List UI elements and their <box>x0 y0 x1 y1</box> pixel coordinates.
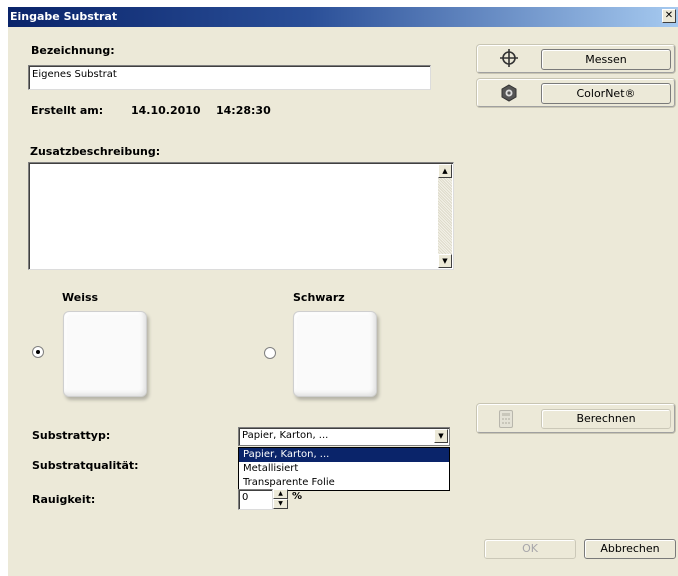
messen-panel: Messen <box>477 45 675 73</box>
erstellt-date: 14.10.2010 <box>131 104 201 117</box>
calculator-icon <box>499 410 513 428</box>
colornet-button[interactable]: ColorNet® <box>541 83 671 104</box>
close-icon[interactable]: ✕ <box>662 9 676 23</box>
dropdown-option[interactable]: Transparente Folie <box>239 476 449 490</box>
title-bar[interactable]: Eingabe Substrat ✕ <box>8 7 678 27</box>
weiss-radio[interactable] <box>32 346 44 358</box>
ok-button[interactable]: OK <box>484 539 576 559</box>
scroll-up-icon[interactable]: ▲ <box>438 164 452 178</box>
bezeichnung-input[interactable]: Eigenes Substrat <box>28 65 431 90</box>
bezeichnung-label: Bezeichnung: <box>31 44 115 57</box>
zusatz-textarea[interactable]: ▲ ▼ <box>28 162 454 270</box>
dropdown-option[interactable]: Papier, Karton, ... <box>239 448 449 462</box>
window-title: Eingabe Substrat <box>10 10 118 23</box>
berechnen-button[interactable]: Berechnen <box>541 409 671 429</box>
zusatz-scrollbar[interactable]: ▲ ▼ <box>438 164 452 268</box>
rauigkeit-unit: % <box>292 491 303 502</box>
erstellt-time: 14:28:30 <box>216 104 271 117</box>
dialog-window: Eingabe Substrat ✕ Bezeichnung: Eigenes … <box>0 0 678 576</box>
messen-button[interactable]: Messen <box>541 49 671 70</box>
dropdown-option[interactable]: Metallisiert <box>239 462 449 476</box>
schwarz-swatch[interactable] <box>293 311 377 397</box>
rauigkeit-value: 0 <box>242 492 249 503</box>
dialog-client: Bezeichnung: Eigenes Substrat Erstellt a… <box>8 27 678 576</box>
cancel-button[interactable]: Abbrechen <box>584 539 676 559</box>
substratqualitaet-label: Substratqualität: <box>32 459 139 472</box>
scroll-down-icon[interactable]: ▼ <box>438 254 452 268</box>
zusatz-label: Zusatzbeschreibung: <box>30 145 161 158</box>
substrattyp-dropdown[interactable]: Papier, Karton, ... Metallisiert Transpa… <box>238 447 450 491</box>
colornet-panel: ColorNet® <box>477 79 675 107</box>
erstellt-label: Erstellt am: <box>31 104 104 117</box>
substrattyp-select[interactable]: Papier, Karton, ... ▼ <box>238 427 450 446</box>
weiss-swatch[interactable] <box>63 311 147 397</box>
substrattyp-value: Papier, Karton, ... <box>242 430 329 441</box>
schwarz-label: Schwarz <box>293 291 345 304</box>
bezeichnung-value: Eigenes Substrat <box>32 69 117 80</box>
schwarz-radio[interactable] <box>264 347 276 359</box>
crosshair-icon <box>500 49 518 67</box>
berechnen-panel: Berechnen <box>477 404 675 433</box>
spin-down-icon[interactable]: ▼ <box>273 499 288 509</box>
spin-up-icon[interactable]: ▲ <box>273 489 288 499</box>
rauigkeit-label: Rauigkeit: <box>32 493 96 506</box>
colornet-logo-icon <box>500 84 518 102</box>
substrattyp-label: Substrattyp: <box>32 429 111 442</box>
rauigkeit-input[interactable]: 0 <box>238 489 273 510</box>
chevron-down-icon[interactable]: ▼ <box>434 429 448 443</box>
weiss-label: Weiss <box>62 291 99 304</box>
